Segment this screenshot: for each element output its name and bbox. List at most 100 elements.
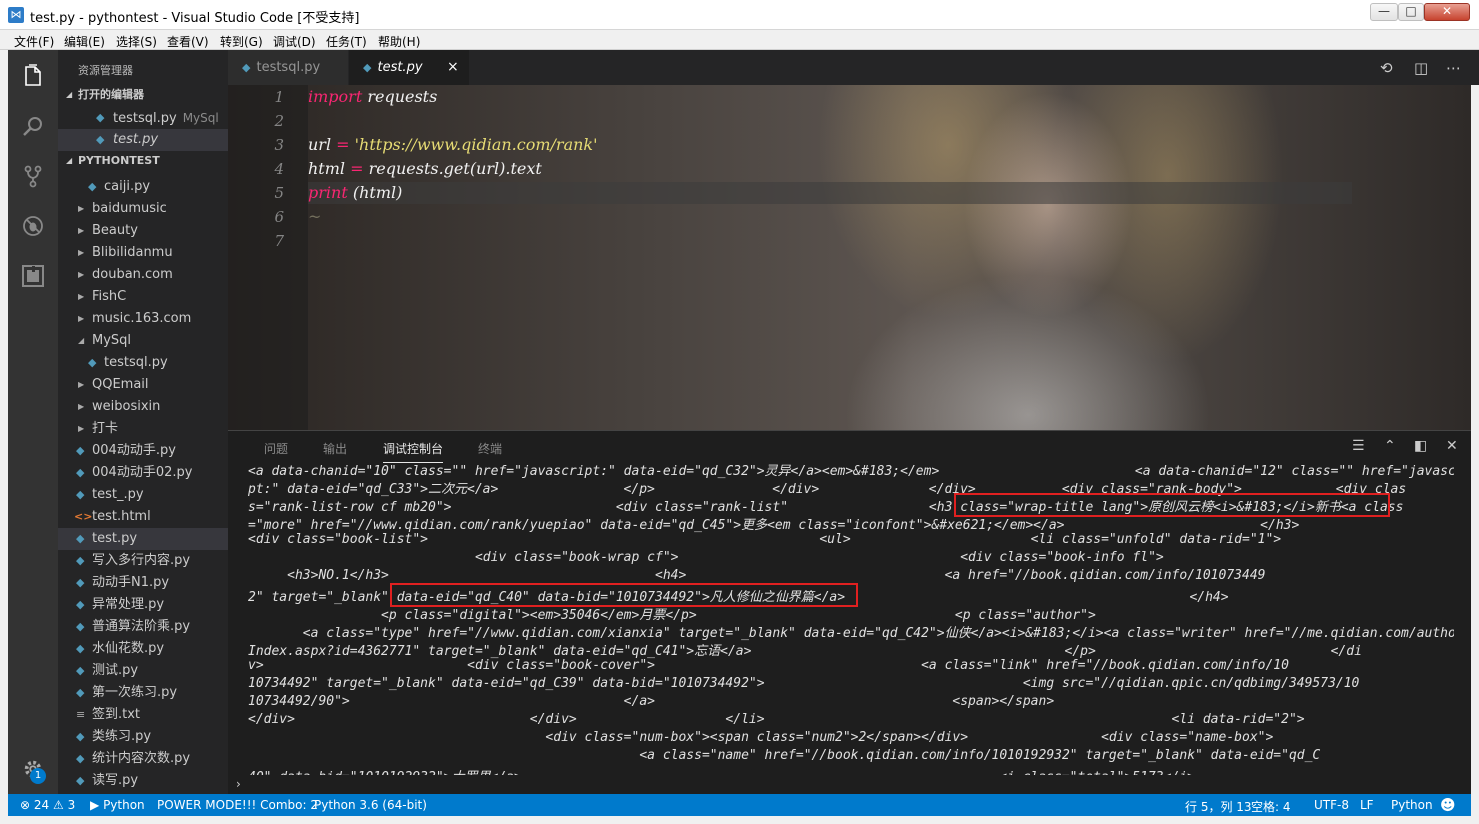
folder-item-open[interactable]: ◢ MySql xyxy=(58,330,228,352)
menu-view[interactable]: 查看(V) xyxy=(167,33,209,50)
maximize-button[interactable]: □ xyxy=(1398,3,1424,21)
console-line: <a data-chanid="10" class="" href="javas… xyxy=(248,464,1454,479)
folder-item[interactable]: ▶ Blibilidanmu xyxy=(58,242,228,264)
folder-item[interactable]: ▶ QQEmail xyxy=(58,374,228,396)
indent-status[interactable]: 空格: 4 xyxy=(1251,798,1291,815)
console-input-prompt[interactable]: › xyxy=(236,777,241,791)
tab-output[interactable]: 输出 xyxy=(323,440,347,457)
python-file-icon: ◆ xyxy=(96,133,105,146)
error-icon: ⊗ xyxy=(20,798,31,812)
python-file-icon: ◆ xyxy=(76,576,85,589)
encoding-status[interactable]: UTF-8 xyxy=(1314,798,1349,812)
extensions-icon[interactable] xyxy=(8,254,58,298)
more-actions-icon[interactable]: ⋯ xyxy=(1446,59,1461,77)
tab-debug-console[interactable]: 调试控制台 xyxy=(383,440,444,463)
file-item[interactable]: ◆ 类练习.py xyxy=(58,726,228,748)
file-item[interactable]: <> test.html xyxy=(58,506,228,528)
open-editor-test[interactable]: ◆ test.py xyxy=(58,129,228,151)
explorer-sidebar: 资源管理器 ◢ 打开的编辑器 ◆ testsql.py MySql ◆ test.… xyxy=(58,50,228,794)
chevron-right-icon: ▶ xyxy=(78,292,85,301)
menu-selection[interactable]: 选择(S) xyxy=(116,33,157,50)
open-editor-testsql[interactable]: ◆ testsql.py MySql xyxy=(58,107,228,129)
menu-bar: 文件(F) 编辑(E) 选择(S) 查看(V) 转到(G) 调试(D) 任务(T… xyxy=(0,30,1479,50)
split-editor-icon[interactable]: ◫ xyxy=(1414,59,1428,77)
folder-item[interactable]: ▶ weibosixin xyxy=(58,396,228,418)
minimize-button[interactable]: — xyxy=(1370,3,1398,21)
close-panel-icon[interactable]: ✕ xyxy=(1446,438,1458,454)
menu-file[interactable]: 文件(F) xyxy=(14,33,54,50)
files-icon[interactable] xyxy=(8,54,58,98)
file-item[interactable]: ◆ 水仙花数.py xyxy=(58,638,228,660)
source-control-icon[interactable] xyxy=(8,154,58,198)
folder-item[interactable]: ▶ baidumusic xyxy=(58,198,228,220)
console-line: <h3>NO.1</h3> <h4> <a href="//book.qidia… xyxy=(248,568,1266,583)
interpreter-status[interactable]: Python 3.6 (64-bit) xyxy=(314,798,427,812)
warning-icon: ⚠ xyxy=(53,798,64,812)
chevron-up-icon[interactable]: ⌃ xyxy=(1384,438,1396,454)
clear-console-icon[interactable]: ☰ xyxy=(1352,438,1365,454)
menu-edit[interactable]: 编辑(E) xyxy=(64,33,105,50)
close-button[interactable]: ✕ xyxy=(1424,3,1470,21)
window-frame-left xyxy=(0,50,8,824)
folder-item[interactable]: ▶ FishC xyxy=(58,286,228,308)
python-file-icon: ◆ xyxy=(76,774,85,787)
menu-debug[interactable]: 调试(D) xyxy=(273,33,316,50)
file-item[interactable]: ◆ 异常处理.py xyxy=(58,594,228,616)
console-line: v> <div class="book-cover"> <a class="li… xyxy=(248,658,1289,673)
open-editors-header[interactable]: ◢ 打开的编辑器 xyxy=(58,84,228,106)
power-mode-status: POWER MODE!!! Combo: 2 xyxy=(157,798,319,812)
menu-tasks[interactable]: 任务(T) xyxy=(326,33,367,50)
file-item-selected[interactable]: ◆ test.py xyxy=(58,528,228,550)
folder-item[interactable]: ▶ douban.com xyxy=(58,264,228,286)
python-file-icon: ◆ xyxy=(76,642,85,655)
folder-item[interactable]: ▶ music.163.com xyxy=(58,308,228,330)
problems-status[interactable]: ⊗ 24 ⚠ 3 xyxy=(20,798,75,812)
file-item[interactable]: ◆ 统计内容次数.py xyxy=(58,748,228,770)
bottom-panel: 问题 输出 调试控制台 终端 ☰ ⌃ ◧ ✕ <a data-chanid="1… xyxy=(228,430,1471,794)
cursor-position-status[interactable]: 行 5，列 13 xyxy=(1185,798,1252,815)
project-header[interactable]: ◢ PYTHONTEST xyxy=(58,150,228,172)
file-item[interactable]: ◆ testsql.py xyxy=(58,352,228,374)
file-item[interactable]: ◆ caiji.py xyxy=(58,176,228,198)
file-item[interactable]: ◆ 004动动手02.py xyxy=(58,462,228,484)
tab-problems[interactable]: 问题 xyxy=(264,440,288,457)
menu-help[interactable]: 帮助(H) xyxy=(378,33,420,50)
tab-testsql[interactable]: ◆ testsql.py xyxy=(228,50,348,85)
maximize-panel-icon[interactable]: ◧ xyxy=(1414,438,1427,454)
run-python-status[interactable]: ▶ Python xyxy=(90,798,145,812)
code-line-1: import requests xyxy=(308,87,438,106)
file-item[interactable]: ≡ 签到.txt xyxy=(58,704,228,726)
code-editor[interactable]: 1 2 3 4 5 6 7 import requests url = 'htt… xyxy=(228,85,1471,430)
tab-terminal[interactable]: 终端 xyxy=(478,440,502,457)
file-item[interactable]: ◆ test_.py xyxy=(58,484,228,506)
menu-go[interactable]: 转到(G) xyxy=(220,33,263,50)
file-item[interactable]: ◆ 普通算法阶乘.py xyxy=(58,616,228,638)
folder-item[interactable]: ▶ 打卡 xyxy=(58,418,228,440)
file-item[interactable]: ◆ 004动动手.py xyxy=(58,440,228,462)
language-mode-status[interactable]: Python xyxy=(1391,798,1433,812)
code-line-3: url = 'https://www.qidian.com/rank' xyxy=(308,135,598,154)
python-file-icon: ◆ xyxy=(76,620,85,633)
debug-console-output[interactable]: <a data-chanid="10" class="" href="javas… xyxy=(248,463,1454,775)
search-icon[interactable] xyxy=(8,104,58,148)
chevron-down-icon: ◢ xyxy=(78,336,85,345)
python-file-icon: ◆ xyxy=(76,554,85,567)
line-number: 6 xyxy=(274,208,284,226)
python-file-icon: ◆ xyxy=(88,180,97,193)
file-item[interactable]: ◆ 读写.py xyxy=(58,770,228,792)
play-icon: ▶ xyxy=(90,798,100,812)
status-bar: ⊗ 24 ⚠ 3 ▶ Python POWER MODE!!! Combo: 2… xyxy=(8,794,1471,816)
file-item[interactable]: ◆ 写入多行内容.py xyxy=(58,550,228,572)
feedback-smiley-icon[interactable]: ☻ xyxy=(1440,796,1456,814)
close-tab-icon[interactable]: × xyxy=(447,50,459,85)
open-changes-icon[interactable]: ⟲ xyxy=(1380,59,1393,77)
python-file-icon: ◆ xyxy=(76,466,85,479)
debug-icon[interactable] xyxy=(8,204,58,248)
file-item[interactable]: ◆ 第一次练习.py xyxy=(58,682,228,704)
file-item[interactable]: ◆ 测试.py xyxy=(58,660,228,682)
file-item[interactable]: ◆ 动动手N1.py xyxy=(58,572,228,594)
folder-item[interactable]: ▶ Beauty xyxy=(58,220,228,242)
python-file-icon: ◆ xyxy=(96,111,105,124)
tab-test[interactable]: ◆ test.py × xyxy=(349,50,469,85)
eol-status[interactable]: LF xyxy=(1360,798,1374,812)
